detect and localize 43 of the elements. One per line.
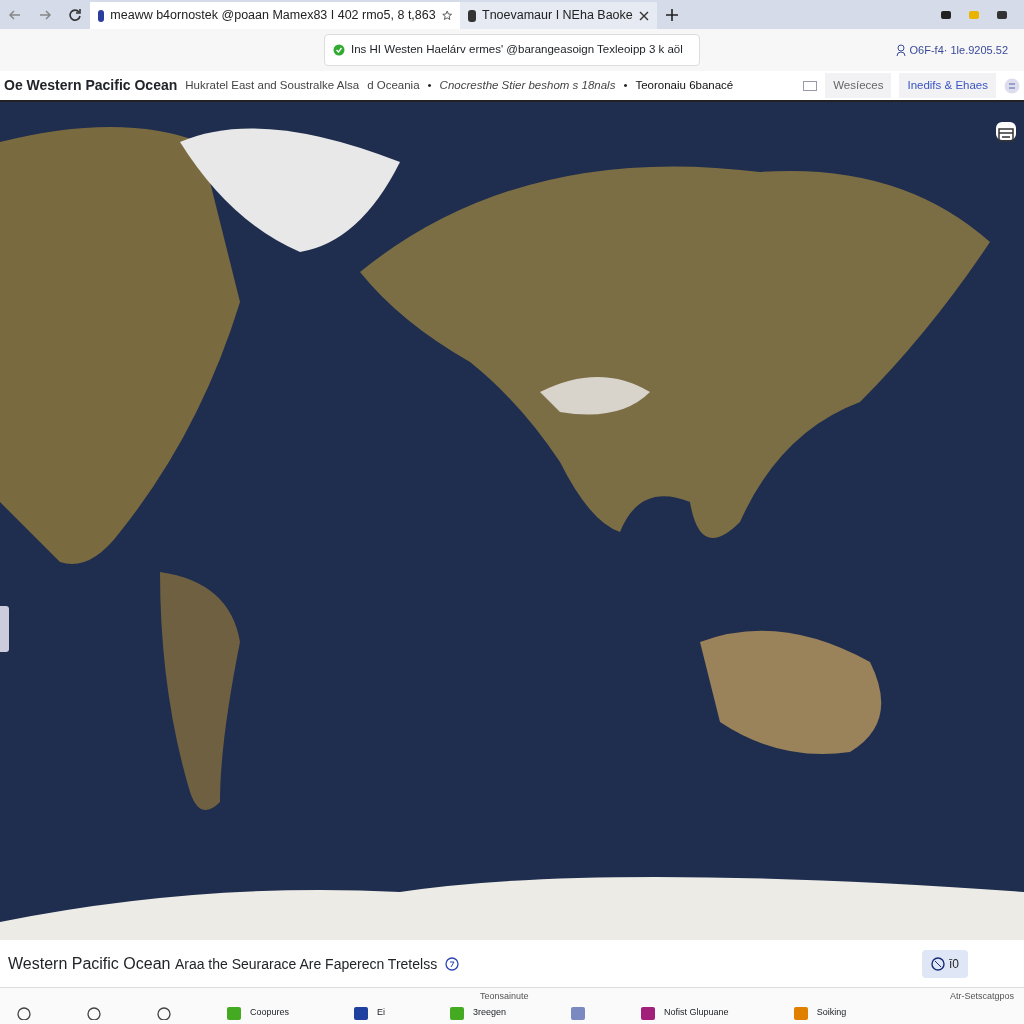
dock-item[interactable]: 3reegen [449,1006,507,1020]
breadcrumb-link[interactable]: Cnocresthe Stier beshom s 18nals [439,76,616,95]
breadcrumb-link[interactable]: Hukratel East and Soustralke Alsa [185,76,360,95]
browser-tab[interactable]: meaww b4ornostek @poaan Mamex83 I 402 rmo5, 8 t,863 [90,2,460,29]
breadcrumb-separator: • [427,77,432,93]
status-text: O6F-f4· 1le.9205.52 [909,42,1008,58]
caption-title: Western Pacific Ocean Araa the Seurarace Are Faperecn Tretelss [8,953,438,974]
address-bar[interactable]: Ins HI Westen Haelárv ermes' @barangeasoign Texleoipp 3 k aöl [324,34,700,66]
extension-icon[interactable] [940,8,952,21]
app-icon [449,1006,466,1020]
extension-icon[interactable] [996,8,1008,21]
browser-tab[interactable]: Tnoevamaur I NEha Baoke [460,2,657,29]
secure-icon [333,44,345,56]
app-icon [353,1006,370,1020]
favicon [468,9,476,22]
app-icon [792,1006,809,1020]
panel-icon [998,127,1014,142]
page-title: Oe Western Pacific Ocean [4,76,178,95]
app-icon [226,1006,242,1020]
header-link[interactable]: Inedifs & Ehaes [899,72,996,99]
dock-label: Atr-Setscatgpos [949,990,1014,1003]
reload-icon[interactable] [68,7,82,22]
back-icon[interactable] [8,7,22,22]
dock-item[interactable]: Soiking [792,1006,847,1020]
dock-item[interactable]: Ei [353,1006,386,1020]
caption-button[interactable]: ī0 [922,949,968,978]
dock-label: Teonsainute [480,990,529,1003]
new-tab-icon[interactable] [664,7,679,22]
info-icon[interactable] [445,956,460,971]
breadcrumb-link[interactable]: d Oceania [367,76,420,95]
dock-item[interactable]: Coopures [226,1006,290,1020]
forward-icon[interactable] [38,7,52,22]
favicon [98,9,105,22]
close-icon[interactable] [638,10,649,21]
star-icon[interactable] [441,9,452,22]
dock-item[interactable]: Nofist Glupuane [640,1006,729,1020]
breadcrumb-separator: • [623,77,628,93]
layers-button[interactable] [996,122,1016,140]
user-icon [895,44,906,56]
breadcrumb-link[interactable]: Teoronaiu 6banacé [635,76,734,95]
app-icon [640,1006,657,1020]
header-link[interactable]: Wesíeces [825,72,892,99]
app-icon [570,1006,587,1020]
